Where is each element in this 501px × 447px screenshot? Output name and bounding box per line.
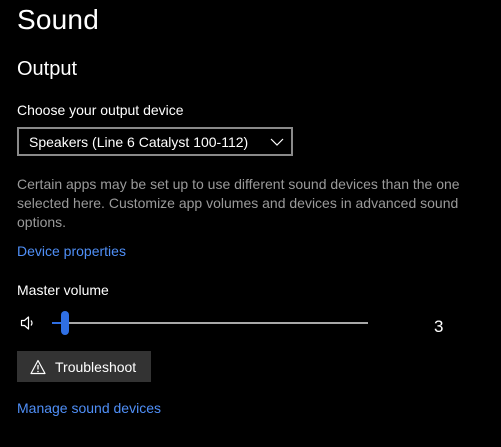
chevron-down-icon — [263, 129, 291, 154]
page-title: Sound — [17, 4, 99, 35]
warning-icon — [30, 359, 46, 375]
output-device-label: Choose your output device — [17, 102, 184, 118]
troubleshoot-label: Troubleshoot — [55, 358, 137, 375]
volume-value: 3 — [434, 317, 444, 336]
troubleshoot-button[interactable]: Troubleshoot — [17, 351, 151, 382]
output-section-title: Output — [17, 58, 78, 80]
master-volume-label: Master volume — [17, 282, 109, 298]
device-properties-link[interactable]: Device properties — [17, 242, 126, 260]
selected-output-device: Speakers (Line 6 Catalyst 100-112) — [29, 133, 249, 150]
speaker-icon[interactable] — [19, 314, 37, 332]
output-device-dropdown[interactable]: Speakers (Line 6 Catalyst 100-112) — [17, 127, 293, 156]
master-volume-slider[interactable] — [52, 311, 368, 335]
output-device-description: Certain apps may be set up to use differ… — [17, 176, 460, 230]
volume-slider-track — [52, 322, 368, 324]
volume-slider-thumb[interactable] — [61, 311, 69, 335]
manage-sound-devices-link[interactable]: Manage sound devices — [17, 399, 161, 417]
